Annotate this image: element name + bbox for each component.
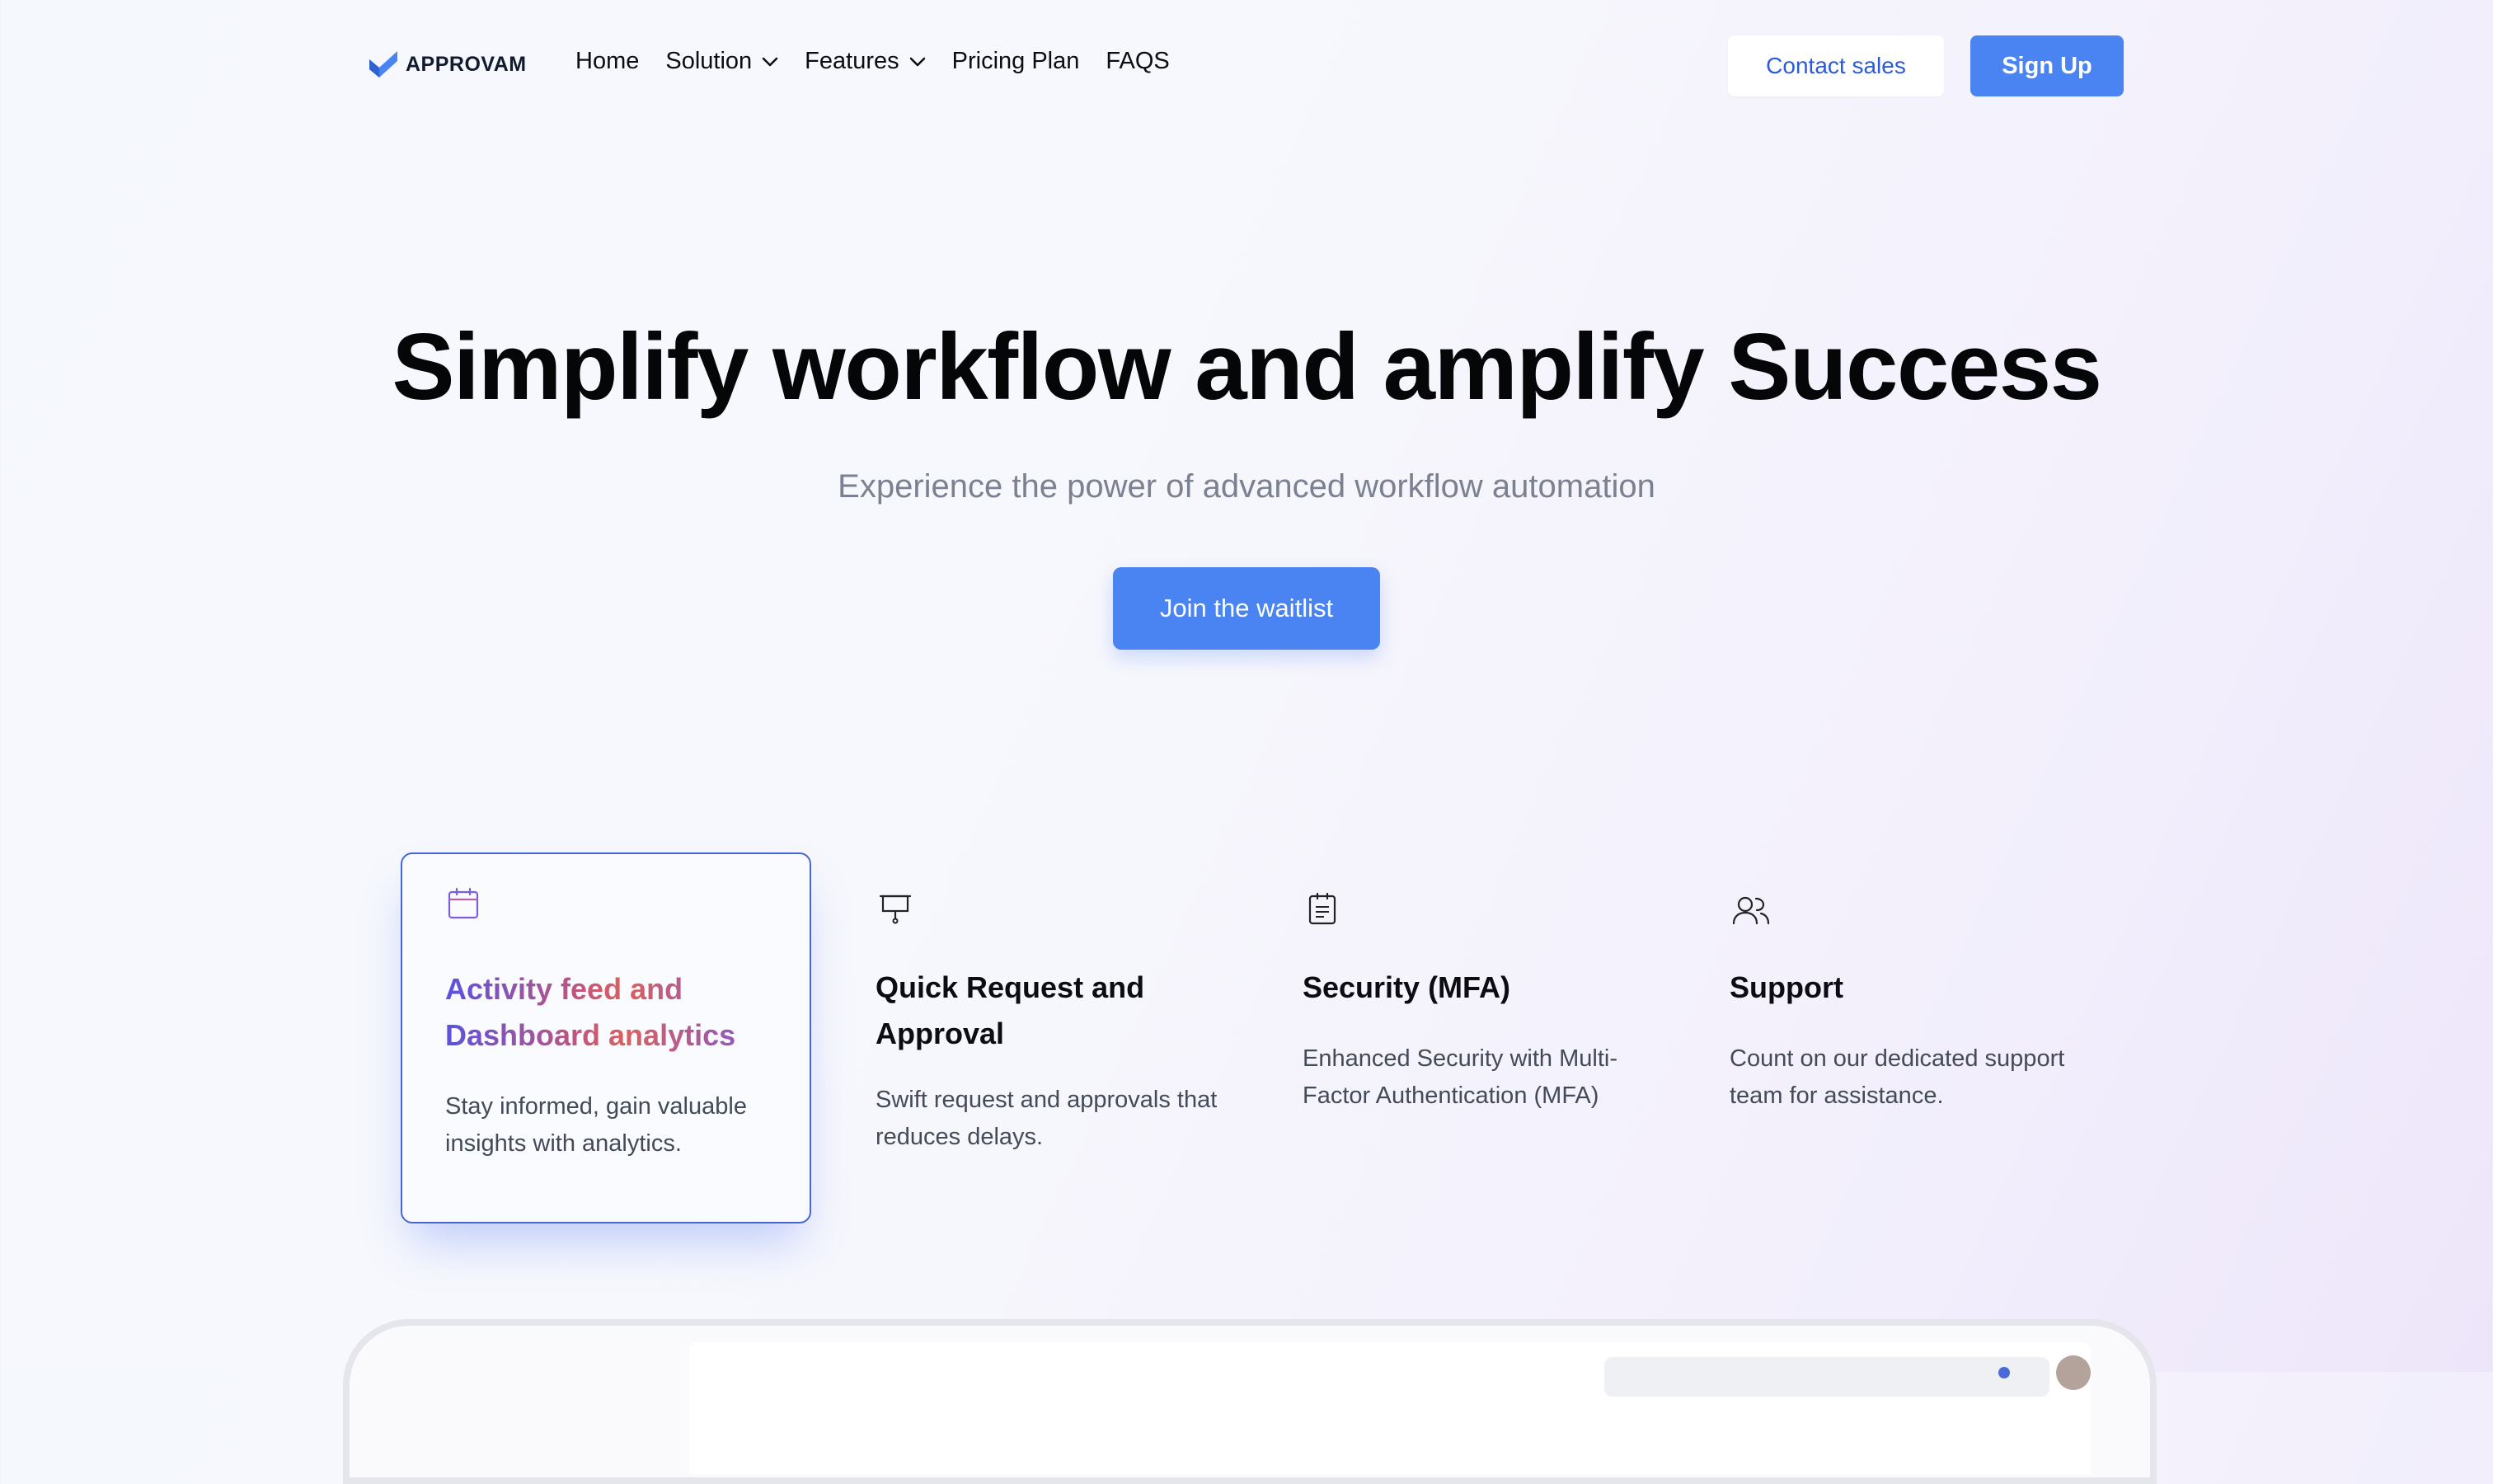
dashboard-preview xyxy=(343,1319,2157,1484)
users-icon xyxy=(1732,896,1770,925)
nav-faqs[interactable]: FAQS xyxy=(1106,48,1169,75)
brand-name: APPROVAM xyxy=(406,52,527,76)
nav-pricing-plan[interactable]: Pricing Plan xyxy=(952,48,1080,75)
sign-up-button[interactable]: Sign Up xyxy=(1970,35,2124,96)
presentation-board-icon xyxy=(879,895,912,924)
feature-title: Security (MFA) xyxy=(1303,970,1511,1004)
hero-title: Simplify workflow and amplify Success xyxy=(392,315,2102,420)
chevron-down-icon xyxy=(909,57,925,66)
avatar xyxy=(2056,1355,2091,1390)
clipboard-icon xyxy=(1308,892,1336,925)
nav-faqs-label: FAQS xyxy=(1106,48,1170,74)
feature-card-quick-request[interactable]: Quick Request and Approval Swift request… xyxy=(876,852,1255,1182)
main-menu: Home Solution Features Pricing Plan FAQS xyxy=(575,48,1170,75)
dashboard-preview-search xyxy=(1604,1357,2049,1397)
feature-description: Count on our dedicated support team for … xyxy=(1730,1045,2065,1109)
feature-description: Swift request and approvals that reduces… xyxy=(876,1087,1218,1150)
nav-home-label: Home xyxy=(575,48,640,74)
feature-title: Quick Request and Approval xyxy=(876,970,1145,1050)
feature-title: Support xyxy=(1730,970,1843,1004)
nav-pricing-plan-label: Pricing Plan xyxy=(951,48,1080,74)
feature-card-activity-feed[interactable]: Activity feed and Dashboard analytics St… xyxy=(401,852,811,1223)
join-waitlist-button[interactable]: Join the waitlist xyxy=(1113,567,1380,650)
nav-features-label: Features xyxy=(805,48,899,74)
feature-description: Enhanced Security with Multi-Factor Auth… xyxy=(1303,1045,1617,1109)
notification-dot-icon xyxy=(1998,1367,2010,1378)
contact-sales-button[interactable]: Contact sales xyxy=(1728,35,1944,96)
feature-description: Stay informed, gain valuable insights wi… xyxy=(445,1093,747,1157)
feature-title: Activity feed and Dashboard analytics xyxy=(445,966,775,1059)
nav-features[interactable]: Features xyxy=(805,48,925,75)
nav-solution[interactable]: Solution xyxy=(665,48,778,75)
feature-card-support[interactable]: Support Count on our dedicated support t… xyxy=(1730,852,2109,1182)
feature-card-security[interactable]: Security (MFA) Enhanced Security with Mu… xyxy=(1303,852,1682,1182)
logo-check-icon xyxy=(369,51,397,77)
brand-logo[interactable]: APPROVAM xyxy=(368,49,527,79)
hero-subtitle: Experience the power of advanced workflo… xyxy=(838,468,1655,505)
top-navigation: APPROVAM Home Solution Features Pricing … xyxy=(0,0,2493,132)
calendar-icon xyxy=(448,887,479,919)
chevron-down-icon xyxy=(762,57,778,66)
nav-home[interactable]: Home xyxy=(575,48,639,75)
nav-solution-label: Solution xyxy=(665,48,753,74)
dashboard-preview-panel xyxy=(689,1342,2091,1474)
